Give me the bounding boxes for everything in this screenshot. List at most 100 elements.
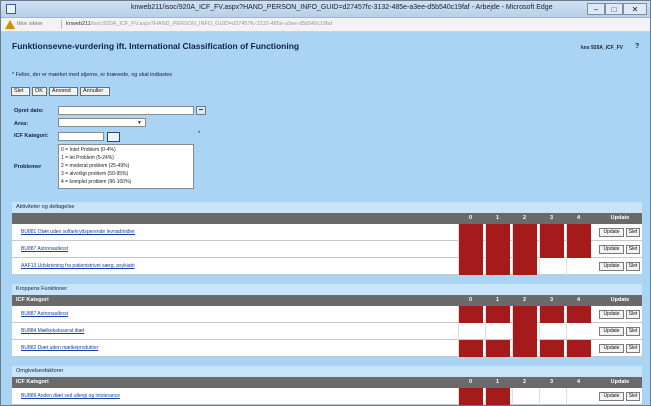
level-cell[interactable] [539, 388, 564, 405]
delete-row-button[interactable]: Slet [626, 327, 640, 336]
level-cell[interactable] [539, 340, 564, 357]
ok-button[interactable]: OK [32, 87, 47, 96]
problem-listbox[interactable]: 0 = Intet Problem (0-4%) 1 = let Problem … [58, 144, 194, 189]
level-cell[interactable] [485, 323, 510, 340]
table-row: BU882 Diæt uden mælkeprodukter Update Slet [12, 340, 642, 357]
level-cell[interactable] [566, 388, 591, 405]
delete-row-button[interactable]: Slet [626, 392, 640, 401]
level-cell[interactable] [539, 258, 564, 275]
level-cell[interactable] [458, 258, 483, 275]
level-cell[interactable] [566, 323, 591, 340]
level-cell[interactable] [566, 258, 591, 275]
area-label: Area: [14, 121, 29, 127]
security-label[interactable]: Ikke sikker [17, 21, 43, 27]
level-cell[interactable] [458, 224, 483, 241]
required-note: * Felter, der er mærket med stjerne, er … [12, 72, 173, 78]
level-cell[interactable] [458, 323, 483, 340]
update-button[interactable]: Update [599, 344, 624, 353]
column-header-level: 0 [468, 379, 473, 385]
column-header-level: 1 [495, 297, 500, 303]
level-cell[interactable] [512, 323, 537, 340]
level-cell[interactable] [485, 241, 510, 258]
level-cell[interactable] [458, 241, 483, 258]
delete-row-button[interactable]: Slet [626, 245, 640, 254]
level-cell[interactable] [485, 224, 510, 241]
icf-category-link[interactable]: BU889 Anden diæt ved allergi og intolera… [21, 393, 120, 399]
level-cell[interactable] [539, 241, 564, 258]
date-input[interactable] [58, 106, 194, 115]
level-cell[interactable] [458, 306, 483, 323]
minimize-button[interactable]: – [587, 3, 605, 15]
level-cell[interactable] [458, 388, 483, 405]
icf-category-link[interactable]: BU887 Astronautkost [21, 311, 68, 317]
level-cell[interactable] [512, 241, 537, 258]
maximize-button[interactable]: □ [605, 3, 623, 15]
column-header-level: 3 [549, 379, 554, 385]
update-button[interactable]: Update [599, 262, 624, 271]
page-title: Funktionsevne-vurdering ift. Internation… [12, 41, 300, 51]
icf-category-link[interactable]: BU881 Otæt uden solfarkrydsperende levna… [21, 229, 135, 235]
level-cell[interactable] [512, 388, 537, 405]
problem-option[interactable]: 0 = Intet Problem (0-4%) [61, 146, 191, 154]
table-header: ICF Kategori 0 1 2 3 4 Update [12, 295, 642, 306]
level-cell[interactable] [566, 241, 591, 258]
icf-category-link[interactable]: BU884 Mælkekatuserat diæt [21, 328, 84, 334]
update-button[interactable]: Update [599, 310, 624, 319]
column-header-level: 1 [495, 215, 500, 221]
level-cell[interactable] [512, 340, 537, 357]
update-button[interactable]: Update [599, 392, 624, 401]
level-cell[interactable] [485, 388, 510, 405]
cancel-button[interactable]: Annuller [80, 87, 110, 96]
level-cell[interactable] [566, 306, 591, 323]
level-cell[interactable] [539, 224, 564, 241]
level-cell[interactable] [485, 306, 510, 323]
help-icon[interactable]: ? [635, 43, 639, 50]
level-cell[interactable] [539, 306, 564, 323]
icf-label: ICF Kategori: [14, 133, 49, 139]
icf-category-link[interactable]: BU882 Diæt uden mælkeprodukter [21, 345, 98, 351]
delete-row-button[interactable]: Slet [626, 310, 640, 319]
delete-row-button[interactable]: Slet [626, 344, 640, 353]
chevron-down-icon: ▼ [137, 120, 142, 126]
area-select[interactable]: ▼ [58, 118, 146, 127]
problem-option[interactable]: 4 = komplet problem (96-100%) [61, 178, 191, 186]
level-cell[interactable] [539, 323, 564, 340]
apply-button[interactable]: Anvend [49, 87, 78, 96]
delete-button[interactable]: Slet [11, 87, 30, 96]
calendar-icon[interactable] [196, 106, 206, 115]
icf-lookup-button[interactable] [107, 132, 120, 142]
separator [61, 20, 62, 29]
url-host: knweb211 [66, 21, 91, 27]
delete-row-button[interactable]: Slet [626, 262, 640, 271]
page-code: kns 920A_ICF_FV [581, 45, 623, 51]
column-header-level: 2 [522, 215, 527, 221]
level-cell[interactable] [485, 258, 510, 275]
date-label: Opret dato: [14, 108, 44, 114]
address-bar[interactable]: Ikke sikker knweb211/isoc/920A_ICF_FV.as… [1, 18, 650, 32]
problem-option[interactable]: 3 = alvorligt problem (50-95%) [61, 170, 191, 178]
url-text[interactable]: knweb211/isoc/920A_ICF_FV.aspx?HAND_PERS… [66, 21, 332, 27]
delete-row-button[interactable]: Slet [626, 228, 640, 237]
level-cell[interactable] [512, 306, 537, 323]
close-button[interactable]: ✕ [623, 3, 647, 15]
column-header-update: Update [610, 297, 630, 303]
update-button[interactable]: Update [599, 327, 624, 336]
level-cell[interactable] [485, 340, 510, 357]
problem-option[interactable]: 1 = let Problem (5-24%) [61, 154, 191, 162]
problem-option[interactable]: 2 = moderat problem (25-49%) [61, 162, 191, 170]
update-button[interactable]: Update [599, 245, 624, 254]
update-button[interactable]: Update [599, 228, 624, 237]
level-cell[interactable] [566, 340, 591, 357]
icf-category-link[interactable]: BU887 Astronautkost [21, 246, 68, 252]
level-cell[interactable] [566, 224, 591, 241]
url-path: /isoc/920A_ICF_FV.aspx?HAND_PERSON_INFO_… [90, 21, 333, 27]
page-icon [6, 4, 16, 14]
column-header-level: 4 [576, 379, 581, 385]
level-cell[interactable] [512, 224, 537, 241]
table-row: BU884 Mælkekatuserat diæt Update Slet [12, 323, 642, 340]
level-cell[interactable] [458, 340, 483, 357]
level-cell[interactable] [512, 258, 537, 275]
column-header-level: 4 [576, 215, 581, 221]
icf-category-link[interactable]: AAF13 Udskrivning fra patientstrivet sær… [21, 263, 135, 269]
icf-input[interactable] [58, 132, 104, 141]
